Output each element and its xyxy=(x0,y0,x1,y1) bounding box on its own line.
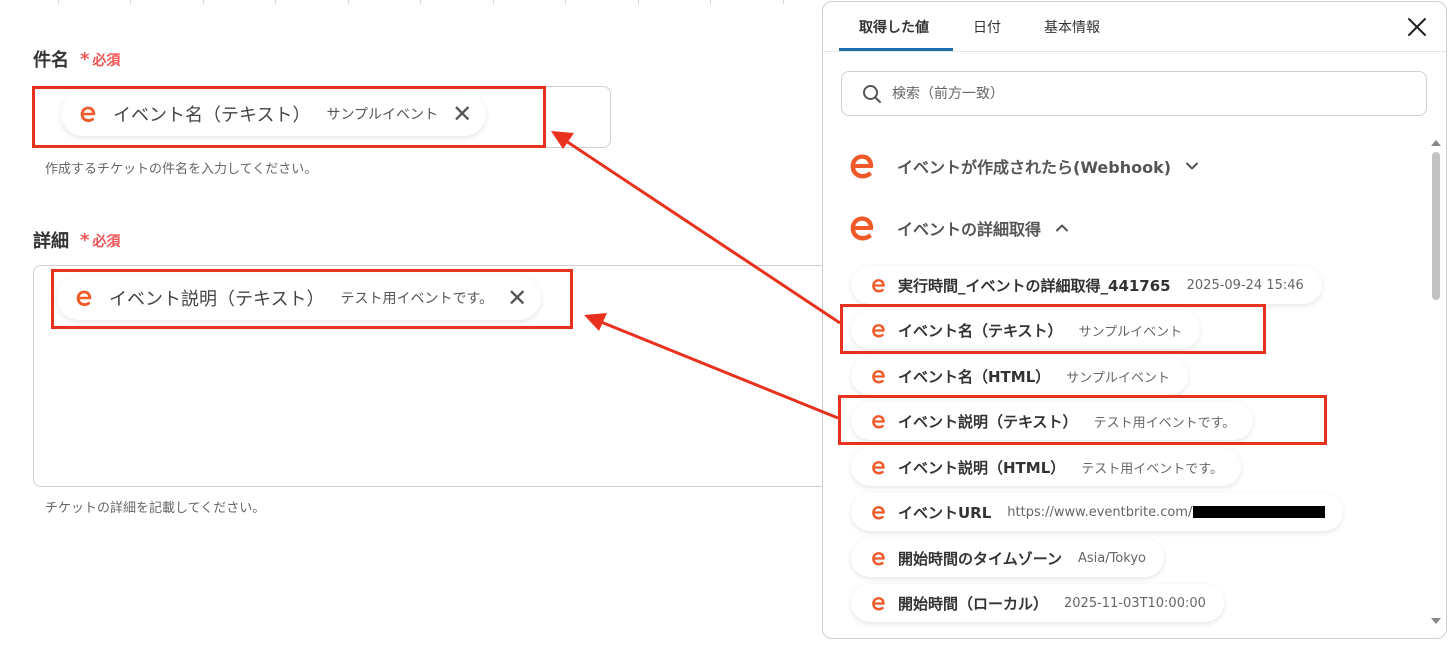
item-name: イベントURL xyxy=(898,503,992,522)
eventbrite-e-icon xyxy=(872,369,885,383)
item-value: サンプルイベント xyxy=(1078,324,1183,340)
scrollbar[interactable] xyxy=(1428,138,1444,626)
active-tab-indicator xyxy=(839,48,953,51)
eventbrite-e-icon xyxy=(850,216,874,241)
value-picker-panel: 取得した値 日付 基本情報 イベントが作成されたら(Webhook) xyxy=(822,1,1447,639)
tab-bar: 取得した値 日付 基本情報 xyxy=(823,2,1446,52)
group-title: イベントの詳細取得 xyxy=(897,220,1042,239)
chevron-down-icon xyxy=(1186,162,1199,170)
screen: 件名 * 必須 イベント名（テキスト） サンプルイベント ✕ 作成するチケットの件… xyxy=(0,0,1449,647)
search-input[interactable] xyxy=(892,85,1372,102)
item-value: テスト用イベントです。 xyxy=(1093,415,1236,431)
search-icon xyxy=(863,84,881,103)
detail-required-badge: * 必須 xyxy=(80,230,120,251)
required-asterisk: * xyxy=(80,49,90,70)
chip-value: テスト用イベントです。 xyxy=(340,291,494,307)
top-divider-ticks xyxy=(0,0,820,4)
item-name: イベント説明（テキスト） xyxy=(898,412,1078,431)
list-item[interactable]: イベント説明（テキスト） テスト用イベントです。 xyxy=(851,402,1254,440)
search-box xyxy=(841,71,1427,116)
subject-label: 件名 xyxy=(33,50,69,71)
item-value: 2025-09-24 15:46 xyxy=(1186,277,1304,293)
group-title: イベントが作成されたら(Webhook) xyxy=(897,158,1172,177)
eventbrite-e-icon xyxy=(850,154,874,179)
item-name: 実行時間_イベントの詳細取得_441765 xyxy=(898,276,1171,295)
eventbrite-e-icon xyxy=(80,106,96,123)
tab-date[interactable]: 日付 xyxy=(973,17,1001,37)
scroll-up-arrow-icon[interactable] xyxy=(1431,140,1441,146)
chip-value: サンプルイベント xyxy=(326,107,439,123)
tab-basic-info[interactable]: 基本情報 xyxy=(1044,17,1100,37)
chip-name: イベント説明（テキスト） xyxy=(109,289,325,310)
list-item[interactable]: 開始時間のタイムゾーン Asia/Tokyo xyxy=(851,539,1164,577)
detail-label: 詳細 xyxy=(33,231,69,252)
item-value: https://www.eventbrite.com/ xyxy=(1007,504,1193,520)
remove-chip-icon[interactable]: ✕ xyxy=(507,286,527,310)
detail-help-text: チケットの詳細を記載してください。 xyxy=(45,501,266,516)
subject-variable-chip[interactable]: イベント名（テキスト） サンプルイベント ✕ xyxy=(61,92,487,136)
remove-chip-icon[interactable]: ✕ xyxy=(452,102,472,126)
item-name: イベント説明（HTML） xyxy=(898,458,1066,477)
eventbrite-e-icon xyxy=(872,505,885,519)
close-icon[interactable] xyxy=(1406,16,1428,38)
scrollbar-thumb[interactable] xyxy=(1432,152,1440,300)
required-text: 必須 xyxy=(92,53,121,69)
eventbrite-e-icon xyxy=(872,414,885,428)
eventbrite-e-icon xyxy=(872,551,885,565)
subject-required-badge: * 必須 xyxy=(80,49,120,70)
group-event-details[interactable]: イベントの詳細取得 xyxy=(845,211,1069,245)
item-name: 開始時間のタイムゾーン xyxy=(898,549,1062,568)
redacted-bar xyxy=(1193,506,1326,518)
list-item[interactable]: 開始時間（ローカル） 2025-11-03T10:00:00 xyxy=(851,584,1224,622)
list-item[interactable]: イベント名（HTML） サンプルイベント xyxy=(851,357,1188,395)
item-name: 開始時間（ローカル） xyxy=(898,594,1049,613)
item-value: サンプルイベント xyxy=(1066,370,1170,386)
group-webhook-trigger[interactable]: イベントが作成されたら(Webhook) xyxy=(845,149,1199,183)
scroll-down-arrow-icon[interactable] xyxy=(1431,618,1441,624)
item-value: 2025-11-03T10:00:00 xyxy=(1064,595,1206,611)
required-asterisk: * xyxy=(80,230,90,251)
eventbrite-e-icon xyxy=(872,323,885,337)
subject-help-text: 作成するチケットの件名を入力してください。 xyxy=(45,162,318,177)
list-item[interactable]: イベント名（テキスト） サンプルイベント xyxy=(851,311,1201,349)
eventbrite-e-icon xyxy=(872,278,885,292)
chip-name: イベント名（テキスト） xyxy=(113,105,311,126)
detail-variable-chip[interactable]: イベント説明（テキスト） テスト用イベントです。 ✕ xyxy=(57,276,542,320)
item-value: Asia/Tokyo xyxy=(1077,550,1146,566)
item-name: イベント名（テキスト） xyxy=(898,321,1063,340)
list-item[interactable]: イベントURL https://www.eventbrite.com/ xyxy=(851,493,1344,531)
chevron-up-icon xyxy=(1056,224,1069,232)
eventbrite-e-icon xyxy=(872,460,885,474)
eventbrite-e-icon xyxy=(872,596,885,610)
required-text: 必須 xyxy=(92,234,121,250)
item-value: テスト用イベントです。 xyxy=(1081,461,1223,477)
list-item[interactable]: イベント説明（HTML） テスト用イベントです。 xyxy=(851,448,1241,486)
list-item[interactable]: 実行時間_イベントの詳細取得_441765 2025-09-24 15:46 xyxy=(851,266,1322,304)
item-name: イベント名（HTML） xyxy=(898,367,1051,386)
eventbrite-e-icon xyxy=(76,290,92,307)
tab-retrieved-values[interactable]: 取得した値 xyxy=(859,17,929,37)
